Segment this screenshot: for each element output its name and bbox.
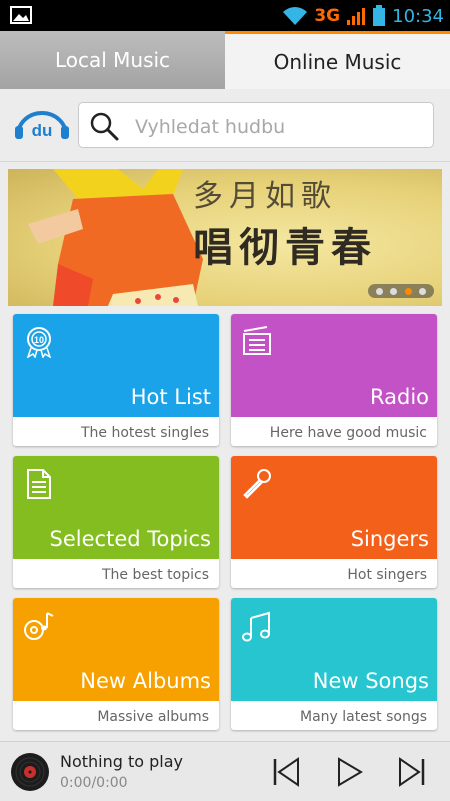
gallery-icon [10,6,32,24]
now-playing-time: 0:00/0:00 [60,775,128,791]
card-header: Selected Topics [13,456,219,559]
page-dot [419,287,427,295]
signal-icon [347,8,366,25]
banner-text: 多月如歌 唱彻青春 [193,179,377,273]
microphone-icon [243,469,271,499]
banner-page-indicator [368,284,434,298]
radio-icon [243,326,271,355]
page-dot [390,287,398,295]
top-10-badge-icon: 10 [26,327,52,358]
next-track-icon[interactable] [396,756,428,788]
card-title: Selected Topics [49,527,211,551]
search-bar: du [0,89,450,162]
card-hot-list[interactable]: 10 Hot List The hotest singles [13,314,219,446]
banner-line-2: 唱彻青春 [193,224,377,271]
card-title: New Songs [312,669,429,693]
card-new-albums[interactable]: New Albums Massive albums [13,598,219,730]
vinyl-disc-icon[interactable] [10,752,50,792]
album-note-icon [24,612,54,640]
card-subtitle: The hotest singles [80,425,209,441]
tab-bar: Local Music Online Music [0,31,450,89]
card-subtitle: Here have good music [269,425,427,441]
card-header: New Songs [231,598,437,701]
search-input[interactable] [133,111,427,143]
music-note-icon [242,611,270,642]
card-title: Radio [369,385,429,409]
play-icon[interactable] [334,756,366,788]
card-header: Singers [231,456,437,559]
page-dot-active [404,287,412,295]
page-dot [375,287,383,295]
previous-track-icon[interactable] [270,756,302,788]
tab-local-music[interactable]: Local Music [0,31,225,89]
wifi-icon [283,7,308,25]
search-icon [90,112,119,141]
card-subtitle: Many latest songs [300,709,427,725]
card-title: New Albums [80,669,211,693]
card-new-songs[interactable]: New Songs Many latest songs [231,598,437,730]
banner-figure-image [28,169,203,306]
svg-text:10: 10 [34,335,44,345]
card-radio[interactable]: Radio Here have good music [231,314,437,446]
document-icon [27,469,51,499]
network-type: 3G [314,6,341,26]
banner-line-1: 多月如歌 [193,179,337,214]
card-header: Radio [231,314,437,417]
card-singers[interactable]: Singers Hot singers [231,456,437,588]
card-header: New Albums [13,598,219,701]
card-header: 10 Hot List [13,314,219,417]
svg-text:du: du [32,121,53,140]
card-subtitle: Massive albums [97,709,209,725]
card-subtitle: Hot singers [347,567,427,583]
status-bar: 3G 10:34 [0,0,450,31]
now-playing-title: Nothing to play [60,752,184,771]
baidu-music-logo-icon: du [15,111,69,140]
mini-player: Nothing to play 0:00/0:00 [0,741,450,801]
promo-banner[interactable]: 多月如歌 唱彻青春 [8,169,442,306]
search-field[interactable] [78,102,434,148]
card-selected-topics[interactable]: Selected Topics The best topics [13,456,219,588]
tab-online-music[interactable]: Online Music [225,31,450,89]
clock: 10:34 [392,5,444,27]
card-subtitle: The best topics [101,567,209,583]
card-title: Singers [350,527,429,551]
battery-icon [373,5,386,26]
card-title: Hot List [130,385,211,409]
